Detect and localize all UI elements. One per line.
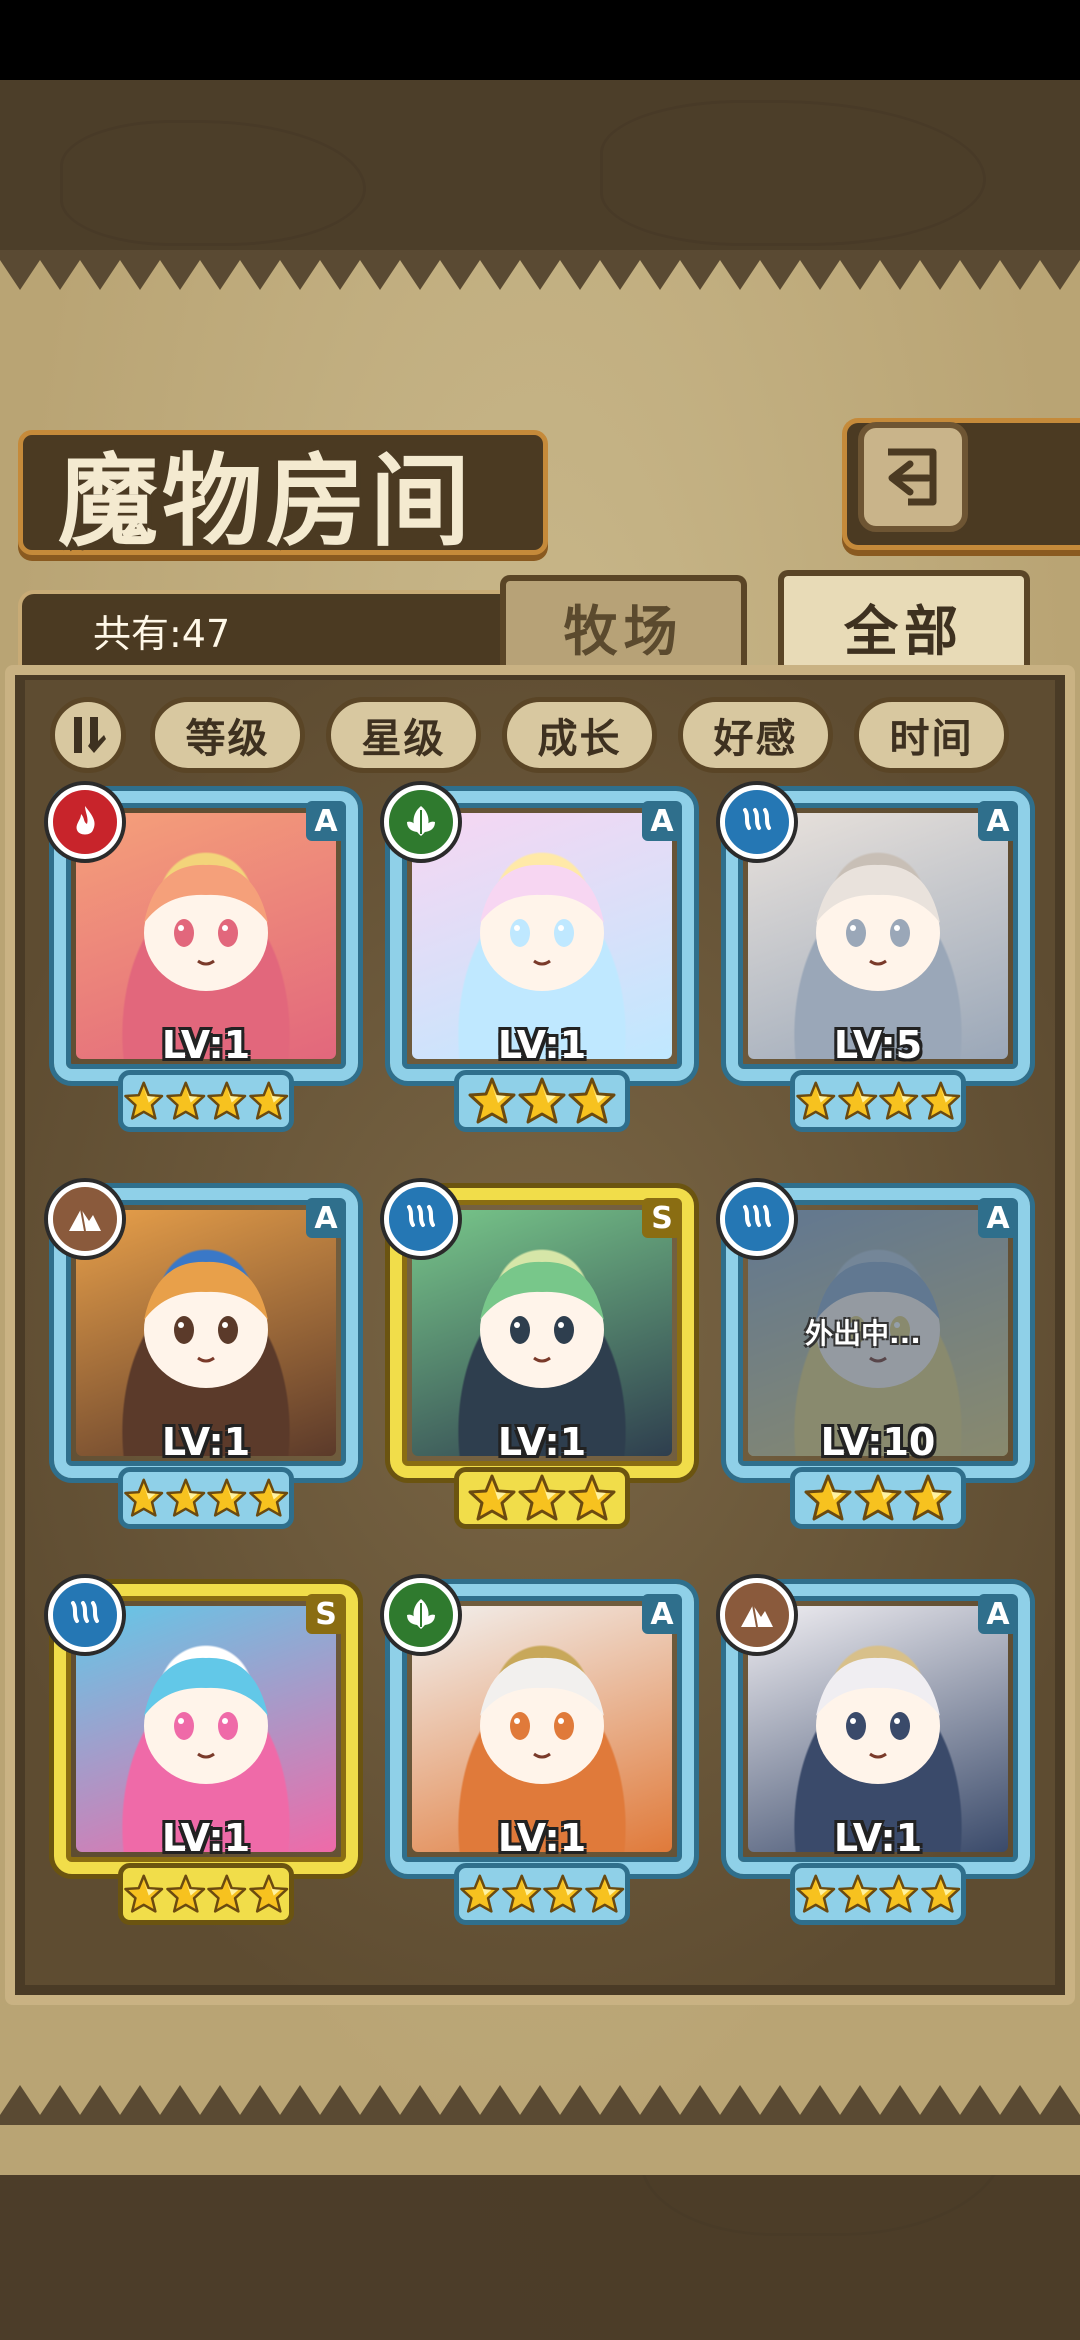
sort-by-time-button[interactable]: 时间 <box>854 697 1009 773</box>
sort-order-icon <box>74 717 106 753</box>
sort-by-star-button[interactable]: 星级 <box>326 697 481 773</box>
star-icon <box>501 1874 541 1913</box>
rank-badge: A <box>642 801 682 841</box>
rank-badge: A <box>978 801 1018 841</box>
level-label: LV:1 <box>161 1816 251 1860</box>
water-icon <box>720 785 794 859</box>
level-label: LV:1 <box>161 1420 251 1464</box>
leaf-icon <box>384 785 458 859</box>
star-rating <box>454 1467 630 1529</box>
star-rating <box>118 1070 294 1132</box>
star-rating <box>118 1863 294 1925</box>
zigzag-edge-bottom <box>0 2085 1080 2125</box>
star-rating <box>454 1070 630 1132</box>
level-label: LV:1 <box>833 1816 923 1860</box>
monster-card[interactable]: A LV:1 <box>384 1578 700 1933</box>
back-button[interactable] <box>858 422 968 532</box>
sort-by-growth-button[interactable]: 成长 <box>502 697 657 773</box>
star-rating <box>790 1070 966 1132</box>
rank-badge: A <box>306 1198 346 1238</box>
star-icon <box>165 1081 205 1120</box>
rank-badge: S <box>642 1198 682 1238</box>
level-label: LV:1 <box>497 1023 587 1067</box>
earth-icon <box>720 1578 794 1652</box>
star-icon <box>854 1474 902 1521</box>
rank-badge: A <box>978 1198 1018 1238</box>
monster-card[interactable]: A LV:1 <box>720 1578 1036 1933</box>
sort-order-toggle[interactable] <box>50 697 126 773</box>
rank-badge: A <box>978 1594 1018 1634</box>
star-icon <box>543 1874 583 1913</box>
star-icon <box>518 1077 566 1124</box>
monster-card[interactable]: A LV:1 <box>48 1182 364 1537</box>
star-icon <box>124 1081 164 1120</box>
star-rating <box>790 1863 966 1925</box>
monster-card[interactable]: A LV:10 外出中... <box>720 1182 1036 1537</box>
star-rating <box>454 1863 630 1925</box>
page-title: 魔物房间 <box>58 442 474 560</box>
tab-ranch[interactable]: 牧场 <box>500 575 747 671</box>
star-icon <box>207 1081 247 1120</box>
earth-icon <box>48 1182 122 1256</box>
fire-icon <box>48 785 122 859</box>
sort-by-level-button[interactable]: 等级 <box>150 697 305 773</box>
star-icon <box>460 1874 500 1913</box>
rank-badge: S <box>306 1594 346 1634</box>
star-icon <box>568 1474 616 1521</box>
star-icon <box>879 1081 919 1120</box>
bottom-map-strip <box>0 2175 1080 2340</box>
rank-badge: A <box>306 801 346 841</box>
monster-card[interactable]: S LV:1 <box>384 1182 700 1537</box>
star-icon <box>804 1474 852 1521</box>
tab-all[interactable]: 全部 <box>778 570 1030 676</box>
star-icon <box>468 1077 516 1124</box>
monster-card[interactable]: S LV:1 <box>48 1578 364 1933</box>
water-icon <box>720 1182 794 1256</box>
star-icon <box>837 1081 877 1120</box>
star-rating <box>790 1467 966 1529</box>
star-icon <box>165 1874 205 1913</box>
star-icon <box>165 1478 205 1517</box>
star-icon <box>518 1474 566 1521</box>
star-rating <box>118 1467 294 1529</box>
rank-badge: A <box>642 1594 682 1634</box>
water-icon <box>384 1182 458 1256</box>
status-bar <box>0 0 1080 80</box>
star-icon <box>568 1077 616 1124</box>
star-icon <box>837 1874 877 1913</box>
away-status: 外出中... <box>805 1317 921 1350</box>
star-icon <box>904 1474 952 1521</box>
star-icon <box>207 1478 247 1517</box>
sort-by-affection-button[interactable]: 好感 <box>678 697 833 773</box>
star-icon <box>468 1474 516 1521</box>
level-label: LV:1 <box>161 1023 251 1067</box>
monster-card[interactable]: A LV:1 <box>48 785 364 1140</box>
star-icon <box>248 1081 288 1120</box>
level-label: LV:10 <box>820 1420 936 1464</box>
back-arrow-icon <box>888 448 937 506</box>
monster-count: 共有:47 <box>93 612 231 656</box>
zigzag-edge-top <box>0 250 1080 290</box>
star-icon <box>124 1478 164 1517</box>
water-icon <box>48 1578 122 1652</box>
star-icon <box>920 1874 960 1913</box>
star-icon <box>879 1874 919 1913</box>
star-icon <box>124 1874 164 1913</box>
top-map-strip <box>0 80 1080 250</box>
star-icon <box>796 1874 836 1913</box>
star-icon <box>920 1081 960 1120</box>
star-icon <box>248 1874 288 1913</box>
monster-card[interactable]: A LV:1 <box>384 785 700 1140</box>
level-label: LV:1 <box>497 1816 587 1860</box>
star-icon <box>796 1081 836 1120</box>
star-icon <box>207 1874 247 1913</box>
star-icon <box>248 1478 288 1517</box>
monster-card[interactable]: A LV:5 <box>720 785 1036 1140</box>
level-label: LV:1 <box>497 1420 587 1464</box>
leaf-icon <box>384 1578 458 1652</box>
level-label: LV:5 <box>833 1023 923 1067</box>
star-icon <box>584 1874 624 1913</box>
